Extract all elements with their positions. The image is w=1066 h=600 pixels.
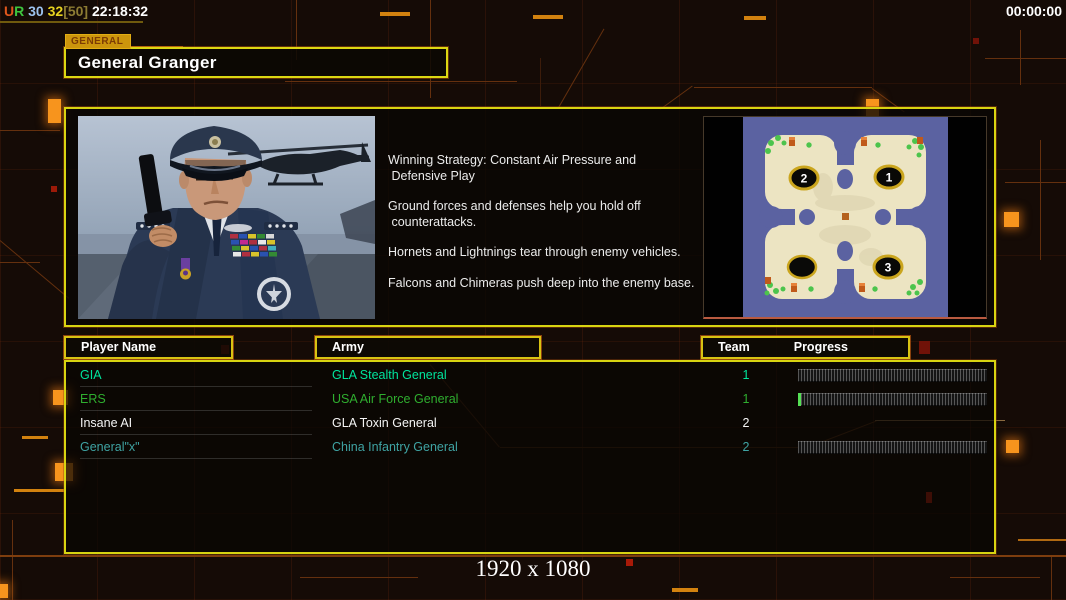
red-square — [919, 341, 930, 354]
column-header-team-progress: Team Progress — [701, 336, 910, 359]
circuit-line — [0, 130, 60, 131]
general-info-panel: Winning Strategy: Constant Air Pressure … — [64, 107, 996, 327]
strategy-paragraph: Winning Strategy: Constant Air Pressure … — [388, 153, 637, 183]
glow-square — [0, 584, 8, 598]
player-name: General"x" — [80, 436, 312, 459]
circuit-line — [1040, 140, 1041, 260]
glow-square — [1004, 212, 1019, 227]
progress-fill — [798, 393, 801, 406]
general-name-title: General Granger — [64, 47, 448, 78]
hud-underline — [0, 21, 143, 23]
player-army: USA Air Force General — [332, 392, 459, 406]
player-name: Insane AI — [80, 412, 312, 435]
map-preview: 2 1 3 — [742, 117, 948, 317]
glow-square — [1006, 440, 1019, 453]
circuit-line — [0, 262, 40, 263]
circuit-line — [1018, 539, 1066, 541]
column-header-player-name: Player Name — [64, 336, 233, 359]
table-row: Insane AI GLA Toxin General 2 — [66, 412, 994, 436]
player-army: GLA Stealth General — [332, 368, 447, 382]
loading-progress-bar — [798, 393, 987, 406]
player-team: 1 — [742, 368, 750, 382]
hud-segment: [50] — [63, 3, 89, 19]
map-start-marker: 3 — [872, 254, 903, 280]
portrait-art — [78, 116, 375, 319]
table-row: General"x" China Infantry General 2 — [66, 436, 994, 460]
circuit-line — [744, 16, 766, 20]
strategy-paragraph: Falcons and Chimeras push deep into the … — [388, 275, 695, 290]
map-start-marker: 1 — [873, 164, 904, 190]
player-name: GIA — [80, 364, 312, 387]
circuit-line — [694, 87, 872, 88]
map-start-marker: 2 — [788, 165, 819, 191]
glow-square — [48, 99, 61, 123]
fps-network-counter: UR 30 32[50] 22:18:32 — [4, 3, 148, 19]
hud-segment: 32 — [43, 3, 64, 19]
circuit-line — [22, 436, 48, 439]
circuit-line — [380, 12, 410, 16]
circuit-line — [540, 58, 541, 106]
column-header-progress: Progress — [793, 340, 848, 354]
hud-segment: U — [4, 3, 15, 19]
circuit-line — [1020, 30, 1021, 85]
purple-heart-medal — [180, 258, 191, 280]
map-start-marker — [786, 254, 817, 280]
player-team: 2 — [742, 416, 750, 430]
strategy-paragraph: Ground forces and defenses help you hold… — [388, 199, 641, 229]
strategy-text: Winning Strategy: Constant Air Pressure … — [388, 153, 698, 306]
player-team: 1 — [742, 392, 750, 406]
circuit-line — [533, 15, 563, 19]
column-header-army: Army — [315, 336, 541, 359]
svg-text:2: 2 — [800, 172, 807, 186]
player-army: China Infantry General — [332, 440, 458, 454]
resolution-label: 1920 x 1080 — [475, 556, 591, 581]
hud-segment: R — [14, 3, 25, 19]
general-portrait — [78, 116, 375, 319]
hud-segment: 30 — [24, 3, 44, 19]
svg-text:1: 1 — [885, 171, 892, 185]
hud-segment: 22:18:32 — [88, 3, 149, 19]
circuit-line — [985, 58, 1066, 59]
loading-progress-bar — [798, 441, 987, 454]
map-preview-panel: 2 1 3 — [703, 116, 987, 319]
player-army: GLA Toxin General — [332, 416, 437, 430]
table-row: GIA GLA Stealth General 1 — [66, 364, 994, 388]
red-square — [51, 186, 57, 192]
player-table: GIA GLA Stealth General 1 ERS USA Air Fo… — [64, 360, 996, 554]
general-tab-label: GENERAL — [65, 34, 132, 49]
column-header-team: Team — [718, 340, 750, 354]
svg-text:3: 3 — [884, 261, 891, 275]
table-row: ERS USA Air Force General 1 — [66, 388, 994, 412]
game-timer: 00:00:00 — [1005, 3, 1062, 19]
circuit-line — [14, 489, 64, 492]
circuit-line — [1005, 182, 1066, 183]
red-square — [973, 38, 979, 44]
circuit-line — [285, 81, 517, 82]
player-name: ERS — [80, 388, 312, 411]
strategy-paragraph: Hornets and Lightnings tear through enem… — [388, 245, 681, 259]
player-team: 2 — [742, 440, 750, 454]
loading-progress-bar — [798, 369, 987, 382]
circuit-line — [672, 588, 698, 592]
